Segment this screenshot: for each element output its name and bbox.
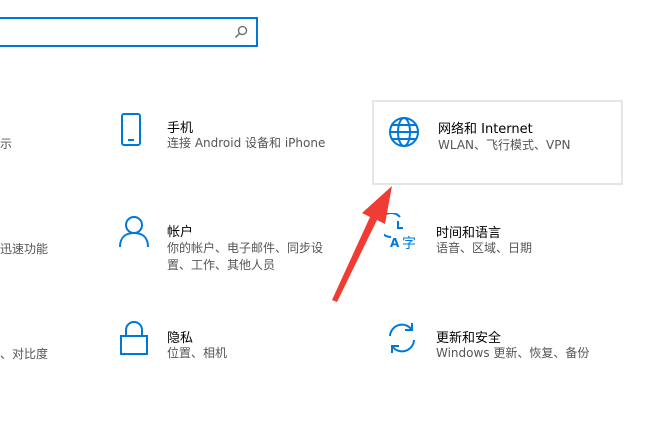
person-icon	[119, 216, 149, 248]
tile-description: Windows 更新、恢复、备份	[436, 346, 590, 360]
time-language-icon: A 字	[384, 213, 416, 249]
search-icon[interactable]	[234, 25, 248, 39]
search-box[interactable]	[0, 17, 258, 47]
settings-tile-accounts[interactable]: 帐户 你的帐户、电子邮件、同步设 置、工作、其他人员	[110, 205, 360, 289]
search-input[interactable]	[4, 23, 228, 43]
settings-tile-update-security[interactable]: 更新和安全 Windows 更新、恢复、备份	[372, 310, 623, 394]
settings-tile-phone[interactable]: 手机 连接 Android 设备和 iPhone	[110, 100, 360, 184]
left-column-desc-2: 迅速功能	[0, 242, 49, 256]
phone-icon	[121, 113, 141, 146]
tile-description-line-1: 你的帐户、电子邮件、同步设	[167, 241, 324, 255]
sync-icon	[389, 323, 415, 353]
svg-text:A: A	[390, 236, 400, 249]
tile-title: 网络和 Internet	[438, 122, 533, 137]
settings-tile-time-language[interactable]: A 字 时间和语言 语音、区域、日期	[372, 205, 623, 289]
tile-title: 更新和安全	[436, 331, 502, 346]
tile-description: 位置、相机	[167, 346, 228, 360]
lock-icon	[120, 321, 148, 355]
tile-title: 隐私	[167, 331, 194, 346]
tile-description-line-2: 置、工作、其他人员	[167, 258, 276, 272]
tile-description: 连接 Android 设备和 iPhone	[167, 136, 326, 150]
settings-tile-privacy[interactable]: 隐私 位置、相机	[110, 310, 360, 394]
settings-tile-network[interactable]: 网络和 Internet WLAN、飞行模式、VPN	[372, 100, 623, 185]
globe-icon	[389, 117, 419, 147]
left-column-desc-3: 、对比度	[0, 347, 49, 361]
svg-text:字: 字	[402, 236, 416, 249]
tile-title: 手机	[167, 121, 194, 136]
tile-description: WLAN、飞行模式、VPN	[438, 138, 571, 152]
tile-title: 时间和语言	[436, 226, 502, 241]
settings-home: 示 迅速功能 、对比度 手机 连接 Android 设备和 iPhone 网络和…	[0, 0, 645, 424]
tile-title: 帐户	[167, 225, 194, 240]
tile-description: 语音、区域、日期	[436, 241, 533, 255]
left-column-desc-1: 示	[0, 137, 13, 151]
